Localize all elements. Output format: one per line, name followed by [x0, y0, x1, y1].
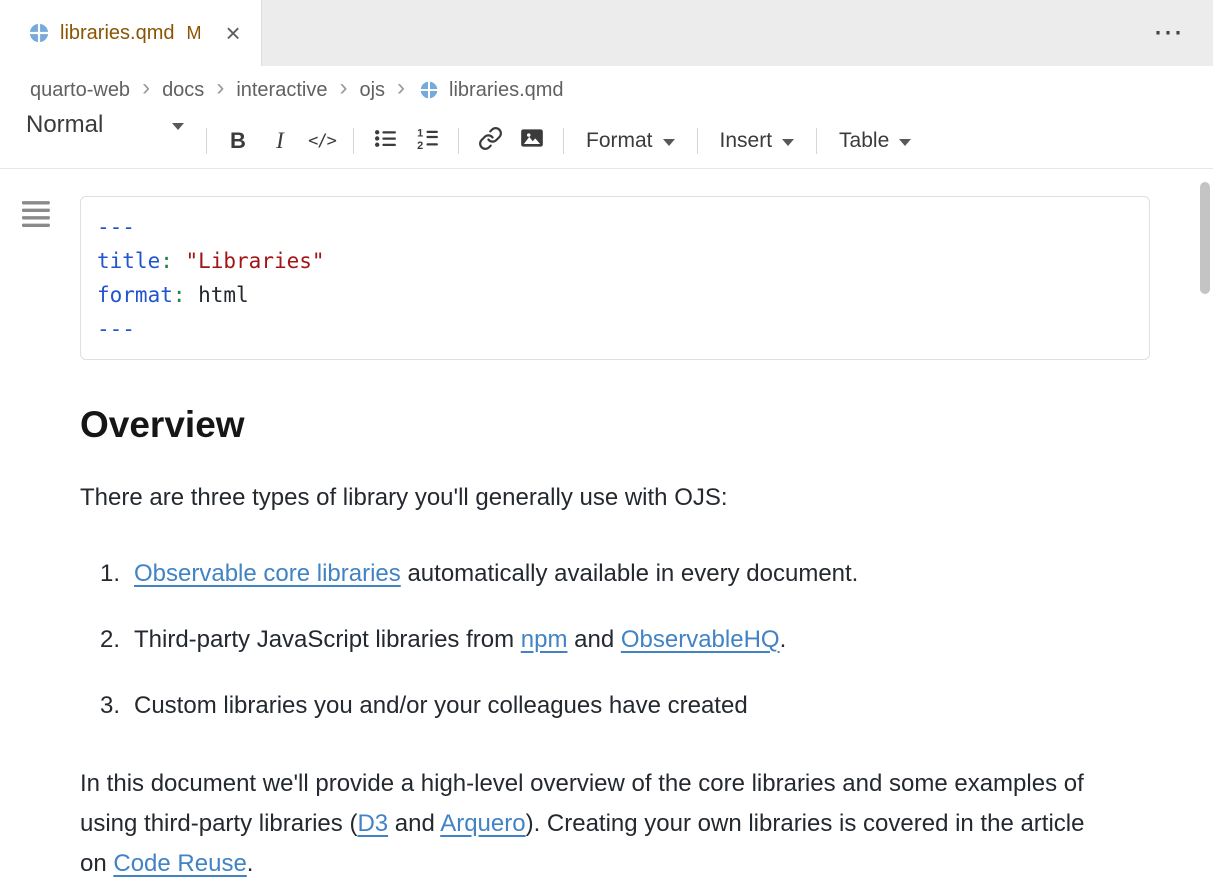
list-text-segment: . [780, 626, 787, 653]
list-text-segment: and [567, 626, 620, 653]
link-observable-core-libraries[interactable]: Observable core libraries [134, 560, 401, 587]
tab-title: libraries.qmd [60, 22, 174, 45]
list-number: 3. [100, 686, 134, 726]
yaml-front-matter-block[interactable]: --- title:"Libraries" format:html --- [80, 196, 1150, 360]
italic-button[interactable]: I [259, 122, 301, 160]
yaml-format-line: format:html [97, 278, 1133, 312]
chevron-down-icon [782, 139, 794, 146]
breadcrumb-item-ojs[interactable]: ojs [359, 79, 385, 102]
paragraph-text-segment: . [247, 850, 254, 877]
paragraph-style-dropdown[interactable]: Normal [14, 99, 196, 151]
numbered-list-icon: 12 [415, 126, 440, 157]
list-item-3: 3. Custom libraries you and/or your coll… [80, 686, 1095, 726]
chevron-right-icon: › [395, 76, 407, 104]
paragraph-style-value: Normal [26, 105, 103, 145]
svg-text:2: 2 [417, 139, 423, 150]
insert-image-button[interactable] [511, 122, 553, 160]
chevron-down-icon [663, 139, 675, 146]
bullet-list-icon [373, 126, 398, 157]
heading-overview: Overview [80, 404, 1150, 446]
link-code-reuse[interactable]: Code Reuse [113, 850, 246, 877]
table-menu[interactable]: Table [827, 123, 923, 159]
numbered-list-button[interactable]: 12 [406, 122, 448, 160]
list-text-segment: Third-party JavaScript libraries from [134, 626, 521, 653]
table-menu-label: Table [839, 129, 889, 153]
chevron-right-icon: › [337, 76, 349, 104]
breadcrumb-item-libraries-qmd[interactable]: libraries.qmd [449, 79, 563, 102]
insert-menu-label: Insert [720, 129, 773, 153]
list-item-2: 2. Third-party JavaScript libraries from… [80, 620, 1095, 660]
list-item-text: Custom libraries you and/or your colleag… [134, 686, 748, 726]
chevron-right-icon: › [214, 76, 226, 104]
block-drag-handle-icon[interactable] [22, 200, 52, 235]
list-number: 1. [100, 554, 134, 594]
toolbar-divider [458, 128, 459, 154]
toolbar-divider [816, 128, 817, 154]
bold-button[interactable]: B [217, 122, 259, 160]
editor-actions-ellipsis-icon[interactable]: ⋯ [1153, 16, 1185, 51]
tab-libraries-qmd[interactable]: libraries.qmd M × [0, 0, 262, 66]
bullet-list-button[interactable] [364, 122, 406, 160]
link-arquero[interactable]: Arquero [440, 810, 525, 837]
toolbar-divider [353, 128, 354, 154]
paragraph-text-segment: and [388, 810, 440, 837]
toolbar-divider [206, 128, 207, 154]
list-number: 2. [100, 620, 134, 660]
closing-paragraph: In this document we'll provide a high-le… [80, 764, 1095, 884]
yaml-delimiter: --- [97, 210, 1133, 244]
link-icon [478, 126, 503, 157]
breadcrumb-item-interactive[interactable]: interactive [236, 79, 327, 102]
link-observablehq[interactable]: ObservableHQ [621, 626, 780, 653]
link-npm[interactable]: npm [521, 626, 568, 653]
yaml-title-line: title:"Libraries" [97, 244, 1133, 278]
close-tab-icon[interactable]: × [221, 20, 244, 46]
chevron-down-icon [899, 139, 911, 146]
tab-bar: libraries.qmd M × ⋯ [0, 0, 1213, 66]
ordered-list: 1. Observable core libraries automatical… [80, 554, 1150, 726]
document-editor: --- title:"Libraries" format:html --- Ov… [0, 169, 1213, 884]
modified-badge: M [186, 23, 201, 44]
insert-link-button[interactable] [469, 122, 511, 160]
list-text-segment: Custom libraries you and/or your colleag… [134, 692, 748, 719]
chevron-down-icon [172, 123, 184, 130]
list-item-text: Observable core libraries automatically … [134, 554, 858, 594]
inline-code-button[interactable]: </> [301, 122, 343, 160]
quarto-file-icon [419, 80, 439, 100]
list-item-1: 1. Observable core libraries automatical… [80, 554, 1095, 594]
quarto-file-icon [28, 22, 50, 44]
svg-text:1: 1 [417, 127, 423, 139]
list-text-segment: automatically available in every documen… [401, 560, 859, 587]
scrollbar-thumb[interactable] [1200, 182, 1210, 294]
yaml-delimiter: --- [97, 312, 1133, 346]
link-d3[interactable]: D3 [357, 810, 388, 837]
toolbar-divider [563, 128, 564, 154]
format-menu-label: Format [586, 129, 653, 153]
image-icon [519, 125, 545, 157]
insert-menu[interactable]: Insert [708, 123, 807, 159]
toolbar-divider [697, 128, 698, 154]
intro-paragraph: There are three types of library you'll … [80, 478, 1095, 518]
format-menu[interactable]: Format [574, 123, 687, 159]
list-item-text: Third-party JavaScript libraries from np… [134, 620, 786, 660]
editor-toolbar: Normal B I </> 12 Format Insert Ta [0, 114, 1213, 169]
